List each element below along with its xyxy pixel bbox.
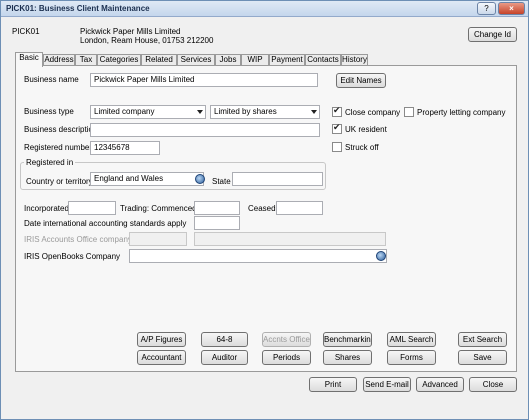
business-subtype-value: Limited by shares	[214, 107, 277, 116]
trading-commenced-label: Trading: Commenced	[120, 204, 197, 213]
iris-openbooks-label: IRIS OpenBooks Company	[24, 252, 121, 261]
title-bar: PICK01: Business Client Maintenance ? ×	[1, 1, 528, 17]
client-address: London, Ream House, 01753 212200	[80, 36, 214, 45]
country-field[interactable]: England and Wales	[90, 172, 204, 186]
iris-openbooks-field[interactable]	[129, 249, 387, 263]
send-email-button[interactable]: Send E-mail	[363, 377, 411, 392]
uk-resident-label: UK resident	[345, 125, 387, 134]
registered-number-field[interactable]: 12345678	[90, 141, 160, 155]
iris-accounts-code-field	[129, 232, 187, 246]
trading-commenced-field[interactable]	[194, 201, 240, 215]
basic-tab-panel: Business name Pickwick Paper Mills Limit…	[15, 65, 517, 372]
auditor-button[interactable]: Auditor	[201, 350, 248, 365]
ext-search-button[interactable]: Ext Search	[458, 332, 507, 347]
chevron-down-icon	[197, 110, 203, 114]
ap-figures-button[interactable]: A/P Figures	[137, 332, 186, 347]
client-maintenance-window: PICK01: Business Client Maintenance ? × …	[0, 0, 529, 420]
ceased-field[interactable]	[276, 201, 323, 215]
chevron-down-icon	[311, 110, 317, 114]
struck-off-checkbox[interactable]	[332, 142, 342, 152]
client-code: PICK01	[12, 27, 40, 36]
business-description-field[interactable]	[90, 123, 320, 137]
help-button[interactable]: ?	[477, 2, 496, 15]
property-letting-label: Property letting company	[417, 108, 506, 117]
business-type-label: Business type	[24, 107, 74, 116]
ias-date-field[interactable]	[194, 216, 240, 230]
client-name: Pickwick Paper Mills Limited	[80, 27, 181, 36]
state-label: State	[212, 177, 231, 186]
incorporated-field[interactable]	[68, 201, 116, 215]
aml-search-button[interactable]: AML Search	[387, 332, 436, 347]
64-8-button[interactable]: 64-8	[201, 332, 248, 347]
forms-button[interactable]: Forms	[387, 350, 436, 365]
lookup-icon[interactable]	[376, 251, 386, 261]
property-letting-checkbox[interactable]	[404, 107, 414, 117]
client-header: PICK01 Pickwick Paper Mills Limited Lond…	[2, 18, 527, 48]
iris-accounts-name-field	[194, 232, 386, 246]
business-description-label: Business description	[24, 125, 98, 134]
tab-basic[interactable]: Basic	[15, 52, 43, 67]
business-type-select[interactable]: Limited company	[90, 105, 206, 119]
close-window-button[interactable]: ×	[498, 2, 525, 15]
state-field[interactable]	[232, 172, 323, 186]
iris-accounts-label: IRIS Accounts Office company	[24, 235, 132, 244]
accnts-office-button: Accnts Office	[262, 332, 311, 347]
ceased-label: Ceased	[248, 204, 276, 213]
window-title: PICK01: Business Client Maintenance	[6, 4, 150, 13]
incorporated-label: Incorporated	[24, 204, 69, 213]
save-button[interactable]: Save	[458, 350, 507, 365]
accountant-button[interactable]: Accountant	[137, 350, 186, 365]
periods-button[interactable]: Periods	[262, 350, 311, 365]
benchmarking-button[interactable]: Benchmarking	[323, 332, 372, 347]
business-subtype-select[interactable]: Limited by shares	[210, 105, 320, 119]
check-icon: ✔	[333, 122, 341, 132]
check-icon: ✔	[333, 105, 341, 115]
ias-date-label: Date international accounting standards …	[24, 219, 187, 228]
business-name-field[interactable]: Pickwick Paper Mills Limited	[90, 73, 318, 87]
print-button[interactable]: Print	[309, 377, 357, 392]
shares-button[interactable]: Shares	[323, 350, 372, 365]
business-name-label: Business name	[24, 75, 79, 84]
lookup-icon[interactable]	[195, 174, 205, 184]
close-company-label: Close company	[345, 108, 401, 117]
edit-names-button[interactable]: Edit Names	[336, 73, 386, 88]
registered-in-label: Registered in	[24, 158, 76, 167]
close-button[interactable]: Close	[469, 377, 517, 392]
uk-resident-checkbox[interactable]: ✔	[332, 122, 342, 134]
close-company-checkbox[interactable]: ✔	[332, 105, 342, 117]
registered-number-label: Registered number	[24, 143, 93, 152]
struck-off-label: Struck off	[345, 143, 379, 152]
change-id-button[interactable]: Change Id	[468, 27, 517, 42]
country-label: Country or territory	[26, 177, 93, 186]
advanced-button[interactable]: Advanced	[416, 377, 464, 392]
business-type-value: Limited company	[94, 107, 155, 116]
